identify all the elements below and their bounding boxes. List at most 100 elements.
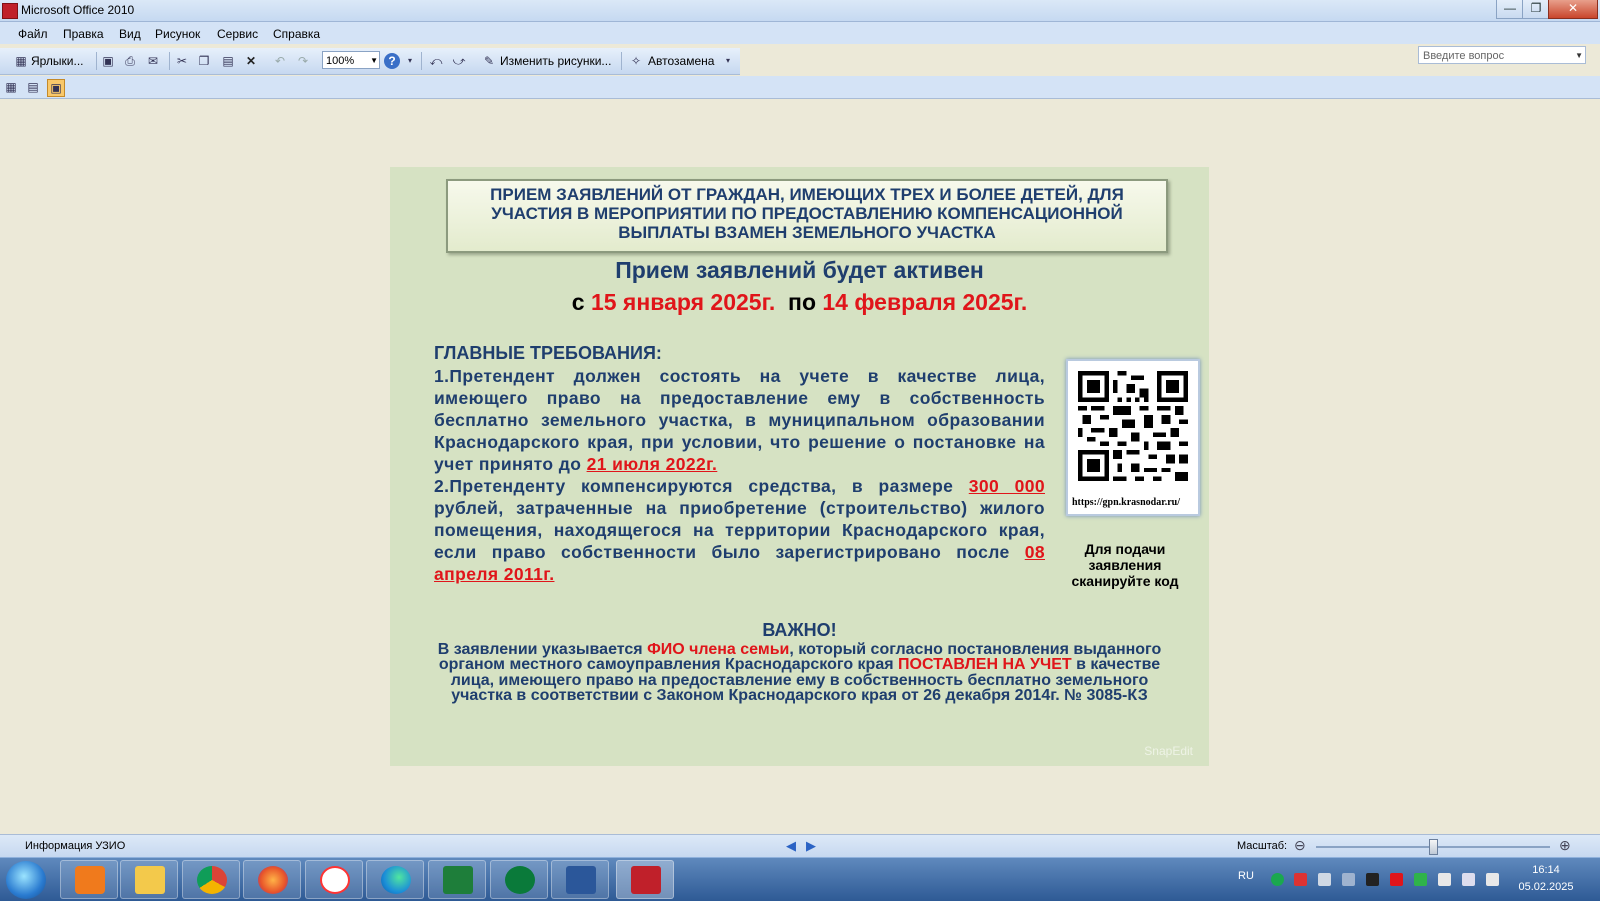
zoom-out-icon[interactable]: ⊖ [1294, 838, 1308, 852]
flag-icon[interactable] [1438, 873, 1451, 886]
taskbar-explorer[interactable] [120, 860, 178, 899]
toolbar-options-icon[interactable]: ▾ [402, 53, 418, 69]
firefox-icon [258, 866, 288, 894]
delete-icon[interactable]: ✕ [243, 53, 259, 69]
next-picture-icon[interactable]: ▶ [806, 838, 816, 854]
redo-icon[interactable]: ↷ [295, 53, 311, 69]
single-picture-view-icon[interactable]: ▣ [47, 79, 65, 97]
toolbar-divider [96, 52, 97, 70]
toolbar-options-icon[interactable]: ▾ [720, 53, 736, 69]
taskbar-chrome[interactable] [182, 860, 240, 899]
close-button[interactable]: ✕ [1548, 0, 1598, 19]
date-from-label: с [571, 289, 591, 315]
taskbar-media-player[interactable] [60, 860, 118, 899]
menu-file[interactable]: Файл [18, 27, 48, 41]
shortcuts-icon: ▦ [15, 54, 27, 68]
menu-help[interactable]: Справка [273, 27, 320, 41]
kaspersky-icon[interactable] [1271, 873, 1284, 886]
language-indicator[interactable]: RU [1238, 870, 1254, 882]
taskbar-picture-manager[interactable] [616, 860, 674, 899]
zoom-in-icon[interactable]: ⊕ [1559, 838, 1573, 852]
media-player-icon [75, 866, 105, 894]
zoom-label: Масштаб: [1237, 840, 1288, 852]
menu-bar: Файл Правка Вид Рисунок Сервис Справка В… [0, 22, 1600, 64]
copy-icon[interactable]: ❐ [196, 53, 212, 69]
taskbar-yandex[interactable] [305, 860, 363, 899]
date-from: 15 января 2025г. [590, 289, 776, 315]
windows-start-icon[interactable] [6, 861, 46, 899]
clock-date: 05.02.2025 [1518, 881, 1574, 893]
important-note: ВАЖНО! В заявлении указывается ФИО члена… [420, 620, 1179, 703]
taskbar-edge[interactable] [366, 860, 424, 899]
menu-tools[interactable]: Сервис [217, 27, 258, 41]
undo-icon[interactable]: ↶ [272, 53, 288, 69]
menu-view[interactable]: Вид [119, 27, 141, 41]
ask-question-input[interactable]: Введите вопрос ▼ [1418, 46, 1586, 64]
network-share-icon[interactable] [1318, 873, 1331, 886]
excel-icon [443, 866, 473, 894]
shortcuts-button[interactable]: Ярлыки... [31, 54, 84, 68]
tray-app-icon[interactable] [1294, 873, 1307, 886]
yandex-browser-icon [320, 866, 350, 894]
edge-icon [381, 866, 411, 894]
minimize-button[interactable]: — [1496, 0, 1524, 19]
filmstrip-view-icon[interactable]: ▤ [25, 79, 41, 95]
folder-icon [135, 866, 165, 894]
tray-alert-icon[interactable] [1390, 873, 1403, 886]
zoom-slider-thumb[interactable] [1429, 839, 1438, 855]
taskbar-excel[interactable] [428, 860, 486, 899]
active-period-title: Прием заявлений будет активен [615, 257, 984, 283]
important-highlight-2: ПОСТАВЛЕН НА УЧЕТ [898, 656, 1072, 673]
taskbar-app[interactable] [490, 860, 548, 899]
signal-icon[interactable] [1462, 873, 1475, 886]
window-title: Microsoft Office 2010 [21, 3, 135, 17]
rotate-left-icon[interactable]: ⤺ [428, 53, 444, 69]
green-app-icon [505, 866, 535, 894]
save-icon[interactable]: ▣ [100, 53, 116, 69]
date-to: 14 февраля 2025г. [822, 289, 1028, 315]
chevron-down-icon[interactable]: ▼ [1575, 47, 1583, 65]
shield-icon[interactable] [1414, 873, 1427, 886]
help-icon[interactable]: ? [384, 53, 400, 69]
snapedit-watermark: SnapEdit [1144, 744, 1193, 758]
menu-edit[interactable]: Правка [63, 27, 104, 41]
qr-code-icon [1078, 371, 1188, 481]
requirement-2-amount: 300 000 [968, 476, 1045, 496]
qr-code-card: https://gpn.krasnodar.ru/ [1066, 359, 1200, 516]
paste-icon[interactable]: ▤ [220, 53, 236, 69]
chevron-down-icon[interactable]: ▼ [370, 52, 378, 70]
tray-close-icon[interactable] [1366, 873, 1379, 886]
volume-icon[interactable] [1486, 873, 1499, 886]
edit-pictures-icon: ✎ [483, 54, 495, 68]
rotate-right-icon[interactable]: ⤻ [451, 53, 467, 69]
edit-pictures-button[interactable]: Изменить рисунки... [500, 54, 611, 68]
system-clock[interactable]: 16:14 05.02.2025 [1510, 862, 1582, 896]
picture-manager-icon [631, 866, 661, 894]
thumbnail-view-icon[interactable]: ▦ [3, 79, 19, 95]
word-icon [566, 866, 596, 894]
title-bar: Microsoft Office 2010 — ❐ ✕ [0, 0, 1600, 22]
taskbar-word[interactable] [551, 860, 609, 899]
cut-icon[interactable]: ✂ [174, 53, 190, 69]
chrome-icon [197, 866, 227, 894]
taskbar: RU 16:14 05.02.2025 [0, 857, 1600, 901]
tray-tool-icon[interactable] [1342, 873, 1355, 886]
standard-toolbar: ▦ Ярлыки... ▣ ⎙ ✉ ✂ ❐ ▤ ✕ ↶ ↷ 100% ▼ ? ▾… [0, 48, 740, 75]
requirements-heading: ГЛАВНЫЕ ТРЕБОВАНИЯ: [434, 343, 662, 363]
important-text-1: В заявлении указывается [437, 640, 648, 658]
requirement-2-text: рублей, затраченные на приобретение (стр… [434, 498, 1045, 562]
zoom-select[interactable]: 100% ▼ [322, 51, 380, 69]
email-icon[interactable]: ✉ [145, 53, 161, 69]
previous-picture-icon[interactable]: ◀ [786, 838, 796, 854]
announcement-image: ПРИЕМ ЗАЯВЛЕНИЙ ОТ ГРАЖДАН, ИМЕЮЩИХ ТРЕХ… [390, 167, 1209, 766]
taskbar-firefox[interactable] [243, 860, 301, 899]
view-toolbar: ▦ ▤ ▣ [0, 76, 1600, 99]
print-icon[interactable]: ⎙ [122, 53, 138, 69]
important-title: ВАЖНО! [762, 620, 837, 640]
date-to-label: по [775, 289, 823, 315]
maximize-button[interactable]: ❐ [1522, 0, 1550, 19]
clock-time: 16:14 [1532, 864, 1560, 876]
requirement-1-date: 21 июля 2022г. [586, 454, 718, 474]
autocorrect-button[interactable]: Автозамена [648, 54, 714, 68]
menu-picture[interactable]: Рисунок [155, 27, 200, 41]
